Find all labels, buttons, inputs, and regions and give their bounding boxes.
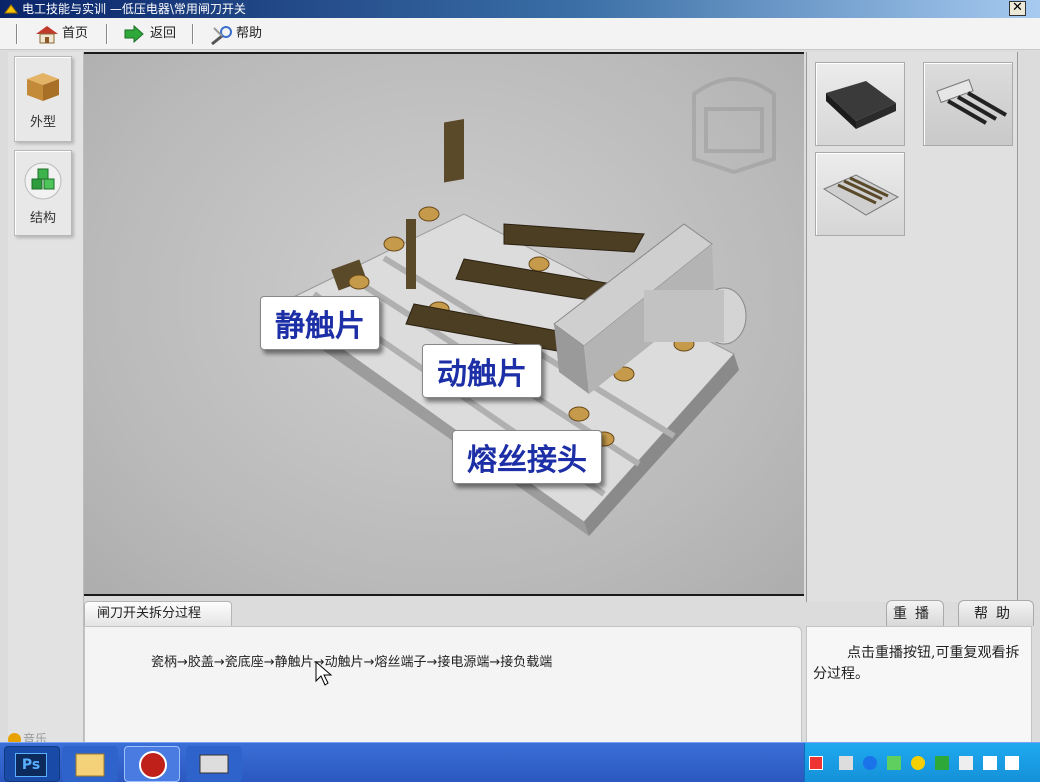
photoshop-icon: Ps [15, 753, 47, 777]
thumb-assembled-switch[interactable] [815, 152, 905, 236]
callout-static-contact: 静触片 [260, 296, 380, 350]
app-task[interactable] [186, 746, 242, 782]
k-icon[interactable] [863, 756, 877, 770]
structure-label: 结构 [29, 211, 56, 226]
process-steps: 瓷柄→胶盖→瓷底座→静触片→动触片→熔丝端子→接电源端→接负载端 [151, 655, 553, 670]
callout-moving-contact: 动触片 [422, 344, 542, 398]
usb-icon[interactable] [887, 756, 901, 770]
replay-tab[interactable]: 重播 [886, 600, 944, 626]
help-text: 点击重播按钮,可重复观看拆分过程。 [813, 645, 1020, 682]
photoshop-task[interactable]: Ps [4, 746, 60, 782]
back-button[interactable]: 返回 [120, 22, 176, 46]
app-icon [4, 4, 18, 14]
box-icon [27, 73, 59, 101]
toolbar-separator [106, 24, 108, 44]
toolbar-separator [16, 24, 18, 44]
arrow-right-icon [124, 24, 144, 44]
close-button[interactable]: ✕ [1009, 1, 1026, 16]
home-button[interactable]: 首页 [32, 22, 88, 46]
window-title: 电工技能与实训 —低压电器\常用闸刀开关 [22, 2, 246, 16]
callout-fuse-terminal: 熔丝接头 [452, 430, 602, 484]
folder-task[interactable] [62, 746, 118, 782]
switch-thumb-icon [822, 174, 900, 216]
flash-icon [139, 751, 167, 779]
home-label: 首页 [62, 26, 89, 41]
alert-icon[interactable] [809, 756, 823, 770]
signal-icon[interactable] [983, 756, 997, 770]
thumb-moving-contact[interactable] [923, 62, 1013, 146]
network-icon[interactable] [839, 756, 853, 770]
tab-process[interactable]: 闸刀开关拆分过程 [84, 601, 232, 626]
help-label: 帮助 [236, 26, 263, 41]
help-tools-icon [211, 26, 232, 46]
blades-thumb-icon [936, 78, 1008, 125]
clipboard-icon[interactable] [959, 756, 973, 770]
shield-icon[interactable] [935, 756, 949, 770]
watermark-logo [692, 77, 776, 175]
toolbar: 首页 返回 帮助 [0, 18, 1040, 50]
plus-icon[interactable] [911, 756, 925, 770]
help-tabs: 重播 帮助 [806, 598, 1040, 626]
folder-icon [75, 753, 105, 777]
appearance-button[interactable]: 外型 [14, 56, 72, 142]
help-tab[interactable]: 帮助 [958, 600, 1034, 626]
back-label: 返回 [150, 26, 177, 41]
help-button[interactable]: 帮助 [206, 22, 262, 46]
cubes-icon [24, 162, 62, 200]
home-icon [36, 26, 58, 44]
title-bar: 电工技能与实训 —低压电器\常用闸刀开关 ✕ [0, 0, 1040, 18]
device-icon [199, 754, 229, 774]
right-panel [806, 52, 1018, 602]
appearance-label: 外型 [29, 115, 56, 130]
thumb-porcelain-base[interactable] [815, 62, 905, 146]
model-viewport[interactable]: 静触片 动触片 熔丝接头 [84, 52, 804, 596]
help-panel: 点击重播按钮,可重复观看拆分过程。 [806, 626, 1032, 744]
flash-player-task[interactable] [124, 746, 180, 782]
toolbar-separator [192, 24, 194, 44]
mouse-cursor-icon [315, 661, 333, 686]
taskbar: Ps [0, 742, 1040, 782]
knife-switch-model [274, 77, 776, 536]
process-panel: 瓷柄→胶盖→瓷底座→静触片→动触片→熔丝端子→接电源端→接负载端 [84, 626, 802, 744]
system-tray [804, 743, 1040, 782]
base-thumb-icon [826, 81, 896, 129]
left-panel: 外型 结构 [8, 52, 84, 742]
volume-icon[interactable] [1005, 756, 1019, 770]
structure-button[interactable]: 结构 [14, 150, 72, 236]
